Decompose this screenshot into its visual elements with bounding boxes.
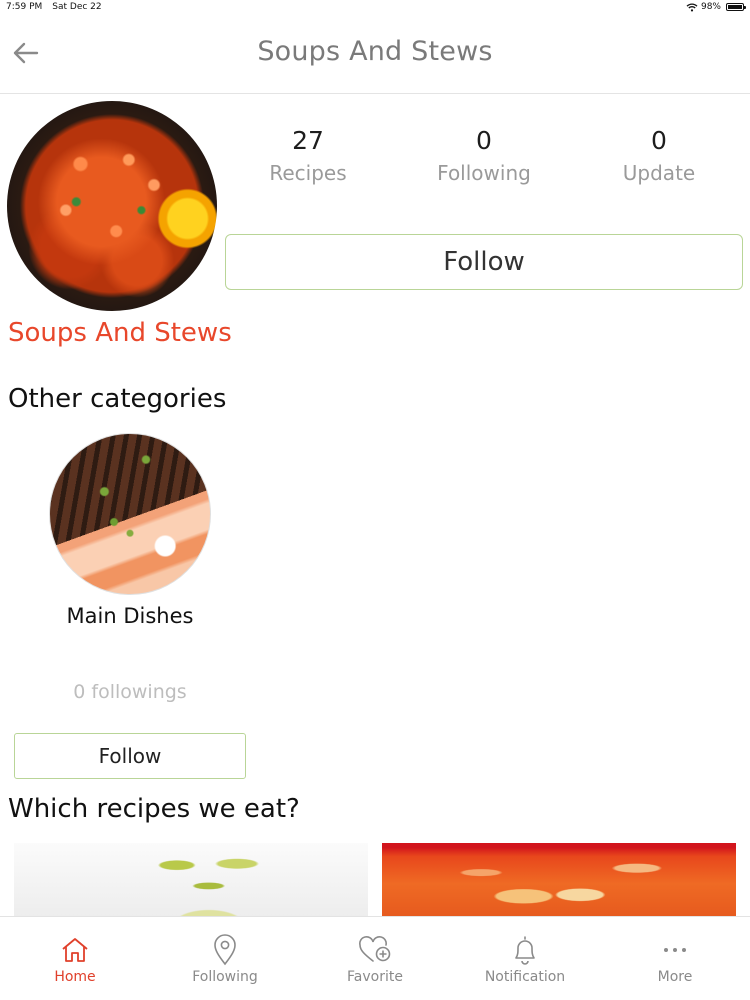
tab-label: More: [657, 969, 693, 985]
tab-label: Favorite: [347, 969, 403, 985]
stat-label: Update: [622, 161, 696, 185]
stat-value: 27: [292, 126, 324, 155]
more-dots-icon: [658, 933, 692, 967]
category-name: Soups And Stews: [8, 318, 232, 348]
category-card-main-dishes: Main Dishes 0 followings Follow: [14, 432, 246, 782]
other-categories-heading: Other categories: [8, 384, 227, 414]
status-time: 7:59 PM: [6, 2, 43, 12]
battery-icon: [726, 3, 746, 11]
home-icon: [58, 933, 92, 967]
recipe-thumbnail[interactable]: [382, 843, 736, 917]
recipes-heading: Which recipes we eat?: [8, 794, 300, 824]
wifi-icon: [686, 2, 698, 11]
location-pin-icon: [208, 933, 242, 967]
heart-plus-icon: [358, 933, 392, 967]
stat-label: Following: [437, 161, 531, 185]
tab-label: Following: [192, 969, 258, 985]
category-image[interactable]: [49, 433, 211, 595]
tab-bar: Home Following Favorite Notification Mor…: [0, 916, 750, 1000]
category-card-name[interactable]: Main Dishes: [14, 604, 246, 628]
category-cover-image: [7, 101, 217, 311]
tab-more[interactable]: More: [600, 917, 750, 1000]
tab-label: Notification: [484, 969, 566, 985]
tab-following[interactable]: Following: [150, 917, 300, 1000]
stat-update: 0 Update: [594, 124, 724, 188]
tab-label: Home: [54, 969, 96, 985]
stat-value: 0: [476, 126, 492, 155]
stat-following: 0 Following: [419, 124, 549, 188]
stat-label: Recipes: [269, 161, 347, 185]
stat-value: 0: [651, 126, 667, 155]
tab-home[interactable]: Home: [0, 917, 150, 1000]
tab-favorite[interactable]: Favorite: [300, 917, 450, 1000]
stat-recipes: 27 Recipes: [243, 124, 373, 188]
battery-percent: 98%: [700, 2, 721, 12]
follow-category-button[interactable]: Follow: [225, 234, 743, 290]
nav-bar: Soups And Stews: [0, 14, 750, 94]
category-followings-count: 0 followings: [73, 681, 187, 703]
page-title: Soups And Stews: [257, 36, 493, 67]
status-date: Sat Dec 22: [52, 2, 102, 12]
recipe-thumbnail[interactable]: [14, 843, 368, 917]
status-bar: 7:59 PM Sat Dec 22 98%: [0, 0, 750, 14]
follow-button[interactable]: Follow: [14, 733, 246, 779]
tab-notification[interactable]: Notification: [450, 917, 600, 1000]
bell-icon: [508, 933, 542, 967]
